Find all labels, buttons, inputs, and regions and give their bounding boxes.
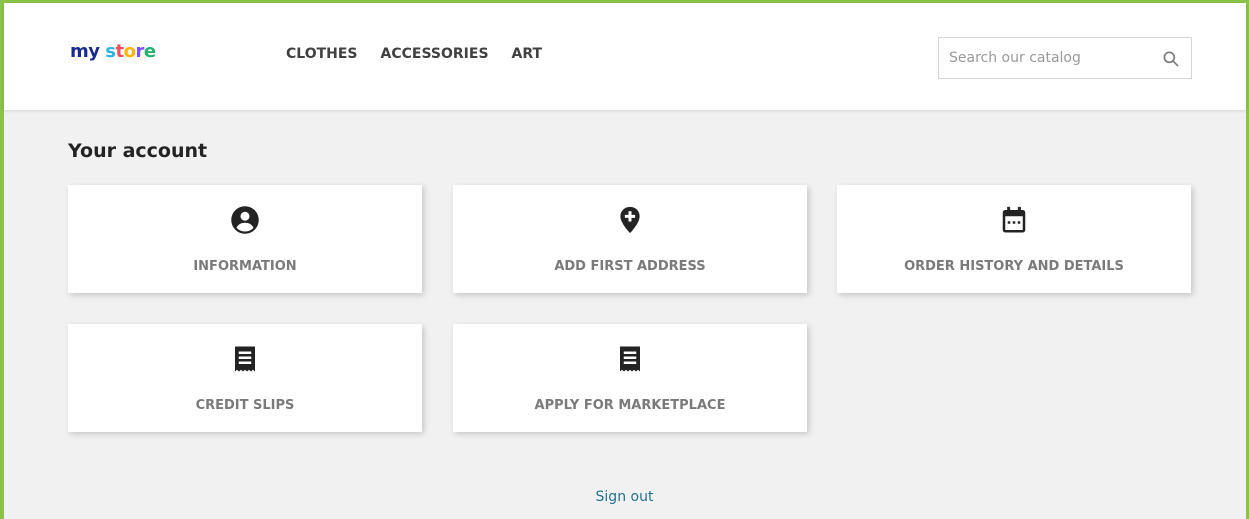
card-label: CREDIT SLIPS xyxy=(195,398,295,413)
search-input[interactable] xyxy=(939,38,1149,78)
account-card-add-address[interactable]: ADD FIRST ADDRESS xyxy=(453,185,807,293)
account-card-credit-slips[interactable]: CREDIT SLIPS xyxy=(68,324,422,432)
search-icon[interactable] xyxy=(1161,49,1181,69)
nav-item-clothes[interactable]: CLOTHES xyxy=(286,45,358,63)
page-title: Your account xyxy=(68,140,208,162)
add-location-icon xyxy=(615,205,645,235)
receipt-icon xyxy=(615,344,645,374)
account-card-order-history[interactable]: ORDER HISTORY AND DETAILS xyxy=(837,185,1191,293)
site-header: my store CLOTHES ACCESSORIES ART xyxy=(4,3,1246,110)
main-nav: CLOTHES ACCESSORIES ART xyxy=(286,45,565,63)
sign-out-link[interactable]: Sign out xyxy=(0,488,1249,506)
account-circle-icon xyxy=(230,205,260,235)
search-box xyxy=(938,37,1192,79)
store-logo[interactable]: my store xyxy=(70,42,156,62)
nav-item-accessories[interactable]: ACCESSORIES xyxy=(381,45,489,63)
card-label: APPLY FOR MARKETPLACE xyxy=(534,398,726,413)
card-label: INFORMATION xyxy=(193,259,297,274)
nav-item-art[interactable]: ART xyxy=(512,45,543,63)
account-card-apply-marketplace[interactable]: APPLY FOR MARKETPLACE xyxy=(453,324,807,432)
calendar-icon xyxy=(999,205,1029,235)
card-label: ORDER HISTORY AND DETAILS xyxy=(904,259,1124,274)
receipt-icon xyxy=(230,344,260,374)
card-label: ADD FIRST ADDRESS xyxy=(554,259,706,274)
account-card-information[interactable]: INFORMATION xyxy=(68,185,422,293)
